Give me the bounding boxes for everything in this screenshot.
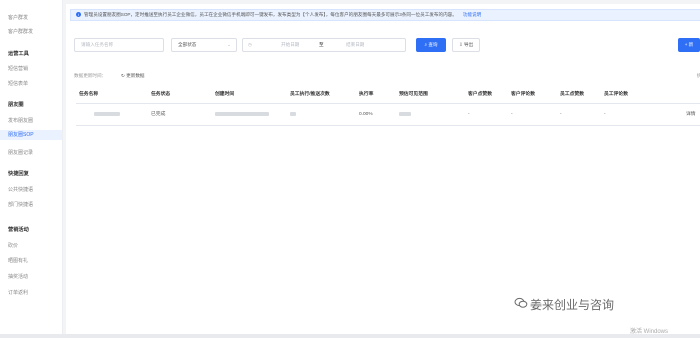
row-staff-exec	[290, 104, 296, 126]
date-range-picker[interactable]: ◷ 开始日期 至 结束日期	[242, 38, 406, 52]
redacted-text	[94, 111, 120, 116]
row-status: 已完成	[151, 112, 166, 117]
redacted-text	[215, 111, 269, 116]
sidebar-group-marketing: 营销活动	[8, 227, 29, 233]
status-select-value: 全部状态	[178, 42, 197, 47]
sidebar-item-photo-reward[interactable]: 晒图有礼	[8, 257, 28, 264]
redacted-text	[399, 111, 411, 116]
row-staff-likes: -	[560, 112, 562, 117]
sidebar-item-sms-marketing[interactable]: 短信营销	[8, 65, 28, 72]
sidebar-item-post-moments[interactable]: 发布朋友圈	[8, 117, 33, 124]
row-detail-link[interactable]: 详情	[686, 104, 696, 126]
search-button-label: 查询	[428, 42, 438, 47]
sidebar-item-public-quick-reply[interactable]: 公共快捷语	[8, 186, 33, 193]
new-button[interactable]: + 新	[678, 38, 700, 52]
sidebar-item-lottery[interactable]: 抽奖活动	[8, 273, 28, 280]
sidebar: 客户群发 客户群群发 运营工具 短信营销 短信表单 朋友圈 发布朋友圈 朋友圈S…	[0, 0, 63, 338]
info-icon: i	[76, 12, 81, 18]
col-customer-comments: 客户评论数	[511, 92, 535, 97]
date-start: 开始日期	[281, 42, 300, 47]
sidebar-group-quick-reply: 快捷回复	[8, 171, 29, 177]
table-header: 任务名称 任务状态 创建时间 员工执行/推送次数 执行率 预估可见范围 客户点赞…	[76, 86, 700, 104]
redacted-text	[290, 111, 296, 116]
sidebar-item-dept-quick-reply[interactable]: 部门快捷语	[8, 201, 33, 208]
calendar-icon: ◷	[248, 42, 253, 47]
task-name-input[interactable]: 请输入任务名称	[74, 38, 164, 52]
refresh-data-button[interactable]: ↻ 更新数据	[121, 73, 145, 79]
refresh-icon: ↻	[121, 73, 125, 78]
sidebar-group-moments: 朋友圈	[8, 102, 24, 108]
row-customer-likes: -	[468, 112, 470, 117]
sidebar-item-sms-form[interactable]: 短信表单	[8, 80, 28, 87]
watermark-text: 姜来创业与咨询	[530, 298, 615, 312]
row-task-name	[94, 104, 120, 126]
sidebar-item-group-broadcast[interactable]: 客户群群发	[8, 28, 33, 35]
bottom-strip	[0, 334, 700, 338]
export-button[interactable]: ⇩ 导出	[452, 38, 480, 52]
export-button-label: 导出	[463, 42, 474, 47]
notice-text: 管理员设置朋友圈SOP，定时推送至执行员工企业微信，员工在企业微信手机端即可一键…	[84, 12, 457, 17]
update-time-label: 数据更新时间：	[74, 73, 107, 78]
sidebar-group-ops-tools: 运营工具	[8, 51, 29, 57]
wechat-icon	[514, 297, 528, 308]
date-end: 结束日期	[346, 42, 365, 47]
col-staff-comments: 员工评论数	[604, 92, 628, 97]
help-link[interactable]: 功能说明	[463, 12, 481, 17]
sidebar-item-bargain[interactable]: 砍价	[8, 242, 18, 249]
row-staff-comments: -	[604, 112, 606, 117]
table-row: 已完成 0.00% - - - - 详情	[76, 104, 700, 126]
notice-banner: i 管理员设置朋友圈SOP，定时推送至执行员工企业微信，员工在企业微信手机端即可一…	[70, 9, 700, 21]
row-customer-comments: -	[511, 112, 513, 117]
col-task-status: 任务状态	[151, 92, 171, 97]
date-separator: 至	[319, 42, 324, 47]
sidebar-item-order-rebate[interactable]: 订单返利	[8, 289, 28, 296]
col-exec-rate: 执行率	[359, 92, 374, 97]
sop-table: 任务名称 任务状态 创建时间 员工执行/推送次数 执行率 预估可见范围 客户点赞…	[76, 86, 700, 126]
col-staff-likes: 员工点赞数	[560, 92, 584, 97]
status-select[interactable]: 全部状态 ⌄	[171, 38, 237, 52]
refresh-data-label: 更新数据	[126, 73, 145, 78]
chevron-down-icon: ⌄	[227, 42, 231, 47]
col-created-time: 创建时间	[215, 92, 235, 97]
export-icon: ⇩	[458, 42, 463, 47]
search-icon: ⌕	[424, 42, 428, 47]
col-staff-exec: 员工执行/推送次数	[290, 92, 330, 97]
col-task-name: 任务名称	[79, 92, 99, 97]
sidebar-item-customer-broadcast[interactable]: 客户群发	[8, 14, 28, 21]
col-customer-likes: 客户点赞数	[468, 92, 492, 97]
row-created-time	[215, 104, 269, 126]
col-visible-range: 预估可见范围	[399, 92, 428, 97]
search-button[interactable]: ⌕ 查询	[416, 38, 446, 52]
sidebar-item-moments-sop[interactable]: 朋友圈SOP	[0, 130, 62, 140]
row-exec-rate: 0.00%	[359, 112, 373, 117]
sidebar-item-moments-records[interactable]: 朋友圈记录	[8, 149, 33, 156]
row-visible-range	[399, 104, 411, 126]
main-panel: i 管理员设置朋友圈SOP，定时推送至执行员工企业微信，员工在企业微信手机端即可一…	[66, 4, 700, 334]
